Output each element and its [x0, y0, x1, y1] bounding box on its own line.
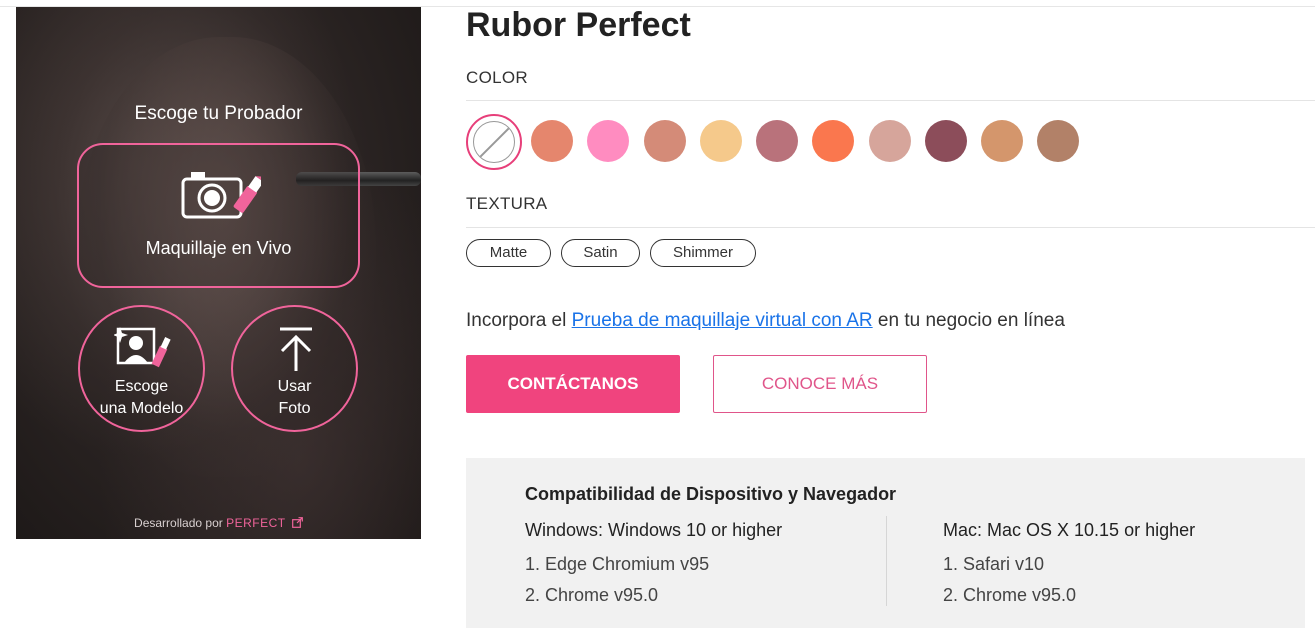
color-swatch[interactable] — [756, 120, 798, 162]
no-color-swatch[interactable] — [466, 114, 522, 170]
virtual-tryon-panel: Escoge tu Probador Maquillaje en Vivo Es… — [16, 7, 421, 539]
mac-heading: Mac: Mac OS X 10.15 or higher — [943, 520, 1196, 540]
no-color-icon — [473, 121, 515, 163]
texture-satin-button[interactable]: Satin — [561, 239, 640, 267]
powered-by-footer: Desarrollado por PERFECT — [16, 516, 421, 530]
color-swatch[interactable] — [644, 120, 686, 162]
choose-model-label-line1: Escoge — [114, 378, 169, 395]
color-swatch[interactable] — [812, 120, 854, 162]
use-photo-label: Usar Foto — [233, 376, 356, 420]
color-swatch[interactable] — [1037, 120, 1079, 162]
product-title: Rubor Perfect — [466, 6, 691, 44]
perfect-brand-link[interactable]: PERFECT — [226, 516, 286, 530]
promo-link[interactable]: Prueba de maquillaje virtual con AR — [572, 310, 873, 331]
color-swatch[interactable] — [925, 120, 967, 162]
texture-section-label: TEXTURA — [466, 194, 548, 213]
mac-column: Mac: Mac OS X 10.15 or higher 1. Safari … — [943, 520, 1195, 611]
external-link-icon[interactable] — [292, 517, 303, 528]
color-swatch[interactable] — [531, 120, 573, 162]
windows-heading: Windows: Windows 10 or higher — [525, 520, 783, 540]
live-makeup-button[interactable]: Maquillaje en Vivo — [77, 143, 360, 288]
column-separator — [886, 516, 887, 606]
powered-by-text: Desarrollado por — [134, 516, 223, 530]
choose-model-label: Escoge una Modelo — [80, 376, 203, 420]
color-swatch[interactable] — [587, 120, 629, 162]
tryon-title: Escoge tu Probador — [134, 103, 303, 124]
windows-browser-item: 1. Edge Chromium v95 — [525, 554, 710, 574]
promo-suffix: en tu negocio en línea — [872, 310, 1065, 331]
compatibility-title: Compatibilidad de Dispositivo y Navegado… — [525, 484, 897, 504]
model-portrait-icon — [114, 327, 171, 368]
promo-prefix: Incorpora el — [466, 310, 572, 331]
color-swatch[interactable] — [700, 120, 742, 162]
choose-model-label-line2: una Modelo — [99, 400, 184, 417]
texture-shimmer-button[interactable]: Shimmer — [650, 239, 756, 267]
use-photo-label-line2: Foto — [278, 400, 311, 417]
learn-more-button[interactable]: CONOCE MÁS — [713, 355, 927, 413]
contact-button[interactable]: CONTÁCTANOS — [466, 355, 680, 413]
promo-text: Incorpora el Prueba de maquillaje virtua… — [466, 310, 1065, 332]
live-makeup-label: Maquillaje en Vivo — [145, 238, 292, 258]
texture-matte-button[interactable]: Matte — [466, 239, 551, 267]
compatibility-box: Compatibilidad de Dispositivo y Navegado… — [466, 458, 1305, 628]
choose-model-button[interactable]: Escoge una Modelo — [78, 305, 205, 432]
mac-browser-item: 1. Safari v10 — [943, 554, 1045, 574]
texture-divider — [466, 227, 1315, 228]
windows-column: Windows: Windows 10 or higher 1. Edge Ch… — [525, 520, 782, 611]
mac-browser-item: 2. Chrome v95.0 — [943, 585, 1077, 605]
color-swatch[interactable] — [981, 120, 1023, 162]
use-photo-label-line1: Usar — [277, 378, 312, 395]
color-divider — [466, 100, 1315, 101]
color-swatch[interactable] — [869, 120, 911, 162]
use-photo-button[interactable]: Usar Foto — [231, 305, 358, 432]
upload-arrow-icon — [280, 327, 312, 371]
color-section-label: COLOR — [466, 68, 528, 87]
windows-browser-item: 2. Chrome v95.0 — [525, 585, 659, 605]
camera-lipstick-icon — [181, 172, 261, 219]
